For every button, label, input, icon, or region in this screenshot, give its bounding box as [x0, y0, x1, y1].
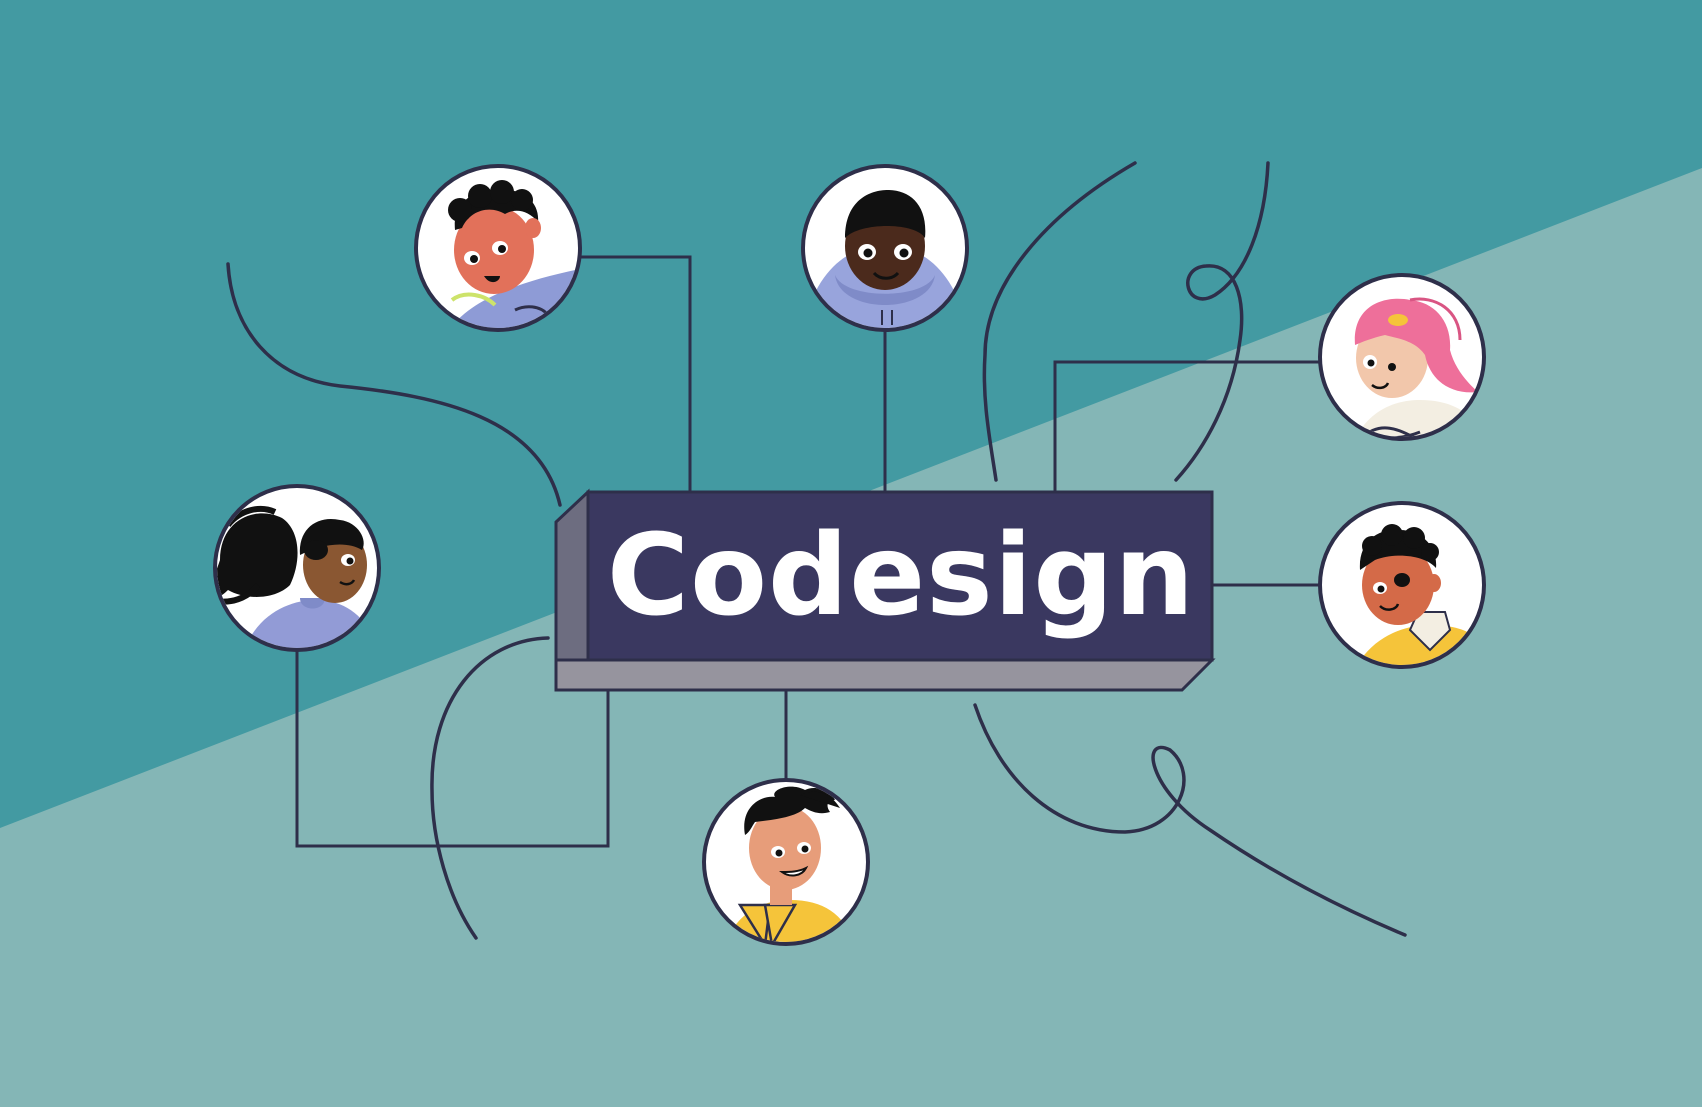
codesign-title: Codesign — [606, 511, 1196, 641]
codesign-illustration: Codesign — [0, 0, 1702, 1107]
block-left-side — [554, 488, 590, 662]
block-bottom-side — [554, 658, 1216, 692]
